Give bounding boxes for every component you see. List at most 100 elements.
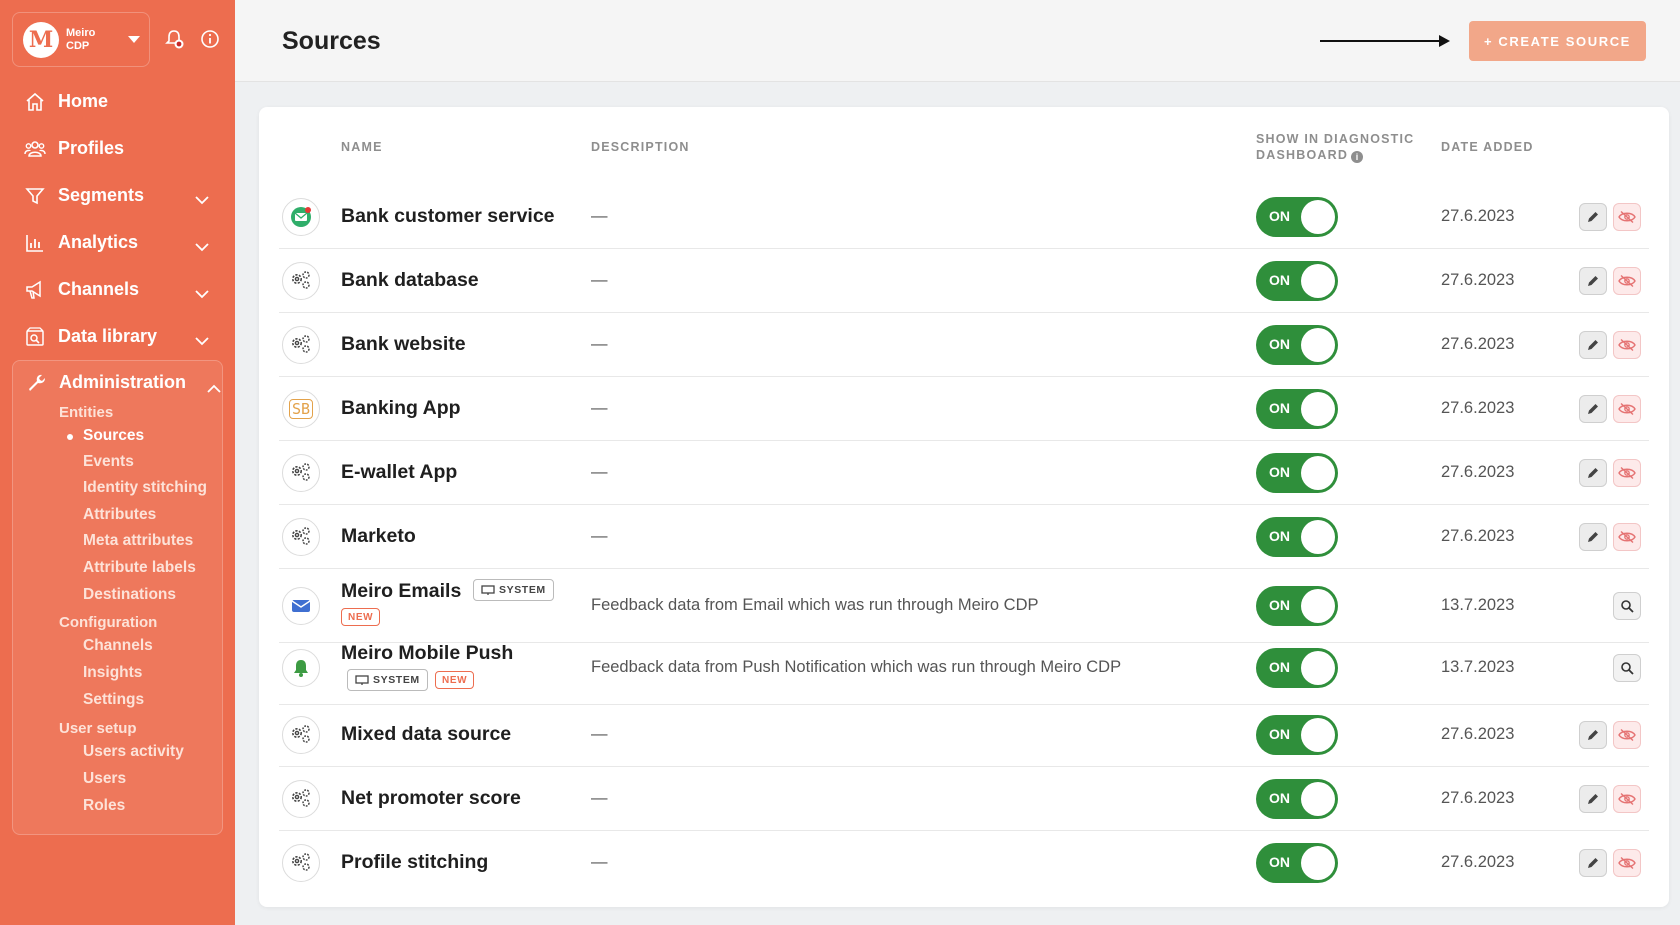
gears-icon bbox=[282, 262, 320, 300]
hide-source-button[interactable] bbox=[1613, 459, 1641, 487]
sidebar-subitem-users[interactable]: Users bbox=[83, 770, 126, 788]
source-name[interactable]: Bank database bbox=[341, 269, 479, 292]
hide-source-button[interactable] bbox=[1613, 523, 1641, 551]
page-header: Sources + CREATE SOURCE bbox=[235, 0, 1680, 82]
diagnostic-toggle[interactable]: ON bbox=[1256, 453, 1338, 493]
sidebar-subitem-users-activity[interactable]: Users activity bbox=[83, 743, 184, 761]
gears-icon bbox=[282, 780, 320, 818]
source-name[interactable]: Banking App bbox=[341, 397, 461, 420]
table-row[interactable]: SB Banking App — ON 27.6.2023 bbox=[279, 377, 1649, 441]
source-name[interactable]: E-wallet App bbox=[341, 461, 457, 484]
source-name[interactable]: Bank website bbox=[341, 333, 466, 356]
table-row[interactable]: Profile stitching — ON 27.6.2023 bbox=[279, 831, 1649, 895]
view-source-button[interactable] bbox=[1613, 592, 1641, 620]
hide-source-button[interactable] bbox=[1613, 203, 1641, 231]
hide-source-button[interactable] bbox=[1613, 849, 1641, 877]
pencil-icon bbox=[1586, 274, 1600, 288]
bell-icon bbox=[282, 649, 320, 687]
eye-off-icon bbox=[1618, 792, 1636, 806]
source-name[interactable]: Profile stitching bbox=[341, 851, 488, 874]
toggle-knob bbox=[1301, 392, 1335, 426]
source-name[interactable]: Meiro Emails bbox=[341, 580, 461, 603]
edit-source-button[interactable] bbox=[1579, 395, 1607, 423]
brand-switcher[interactable]: M Meiro CDP bbox=[12, 12, 150, 67]
source-name[interactable]: Mixed data source bbox=[341, 723, 511, 746]
sidebar-subitem-meta-attributes[interactable]: Meta attributes bbox=[83, 532, 193, 550]
source-name[interactable]: Net promoter score bbox=[341, 787, 521, 810]
edit-source-button[interactable] bbox=[1579, 267, 1607, 295]
table-row[interactable]: Meiro Mobile Push SYSTEM NEW Feedback data … bbox=[279, 631, 1649, 705]
caret-down-icon bbox=[128, 36, 140, 43]
edit-source-button[interactable] bbox=[1579, 459, 1607, 487]
diagnostic-toggle[interactable]: ON bbox=[1256, 648, 1338, 688]
column-header-name[interactable]: NAME bbox=[341, 139, 383, 155]
create-source-button[interactable]: + CREATE SOURCE bbox=[1469, 21, 1646, 61]
table-row[interactable]: E-wallet App — ON 27.6.2023 bbox=[279, 441, 1649, 505]
sidebar-item-home[interactable]: Home bbox=[0, 78, 235, 125]
sources-table: NAME DESCRIPTION SHOW IN DIAGNOSTIC DASH… bbox=[259, 107, 1669, 907]
date-added: 27.6.2023 bbox=[1441, 527, 1515, 545]
hide-source-button[interactable] bbox=[1613, 395, 1641, 423]
sidebar-subitem-sources[interactable]: Sources bbox=[66, 427, 144, 445]
diagnostic-toggle[interactable]: ON bbox=[1256, 517, 1338, 557]
source-name[interactable]: Marketo bbox=[341, 525, 416, 548]
view-source-button[interactable] bbox=[1613, 654, 1641, 682]
sidebar-subitem-roles[interactable]: Roles bbox=[83, 797, 125, 815]
column-header-date-added[interactable]: DATE ADDED bbox=[1441, 139, 1534, 155]
sidebar-subitem-settings[interactable]: Settings bbox=[83, 691, 144, 709]
table-row[interactable]: Bank website — ON 27.6.2023 bbox=[279, 313, 1649, 377]
table-row[interactable]: Marketo — ON 27.6.2023 bbox=[279, 505, 1649, 569]
sidebar-item-segments[interactable]: Segments bbox=[0, 172, 235, 219]
eye-off-icon bbox=[1618, 530, 1636, 544]
sidebar-subitem-insights[interactable]: Insights bbox=[83, 664, 142, 682]
sidebar-item-data-library[interactable]: Data library bbox=[0, 313, 235, 360]
edit-source-button[interactable] bbox=[1579, 203, 1607, 231]
sidebar-item-channels[interactable]: Channels bbox=[0, 266, 235, 313]
source-description: — bbox=[591, 399, 608, 417]
hide-source-button[interactable] bbox=[1613, 721, 1641, 749]
info-icon[interactable] bbox=[199, 28, 221, 50]
diagnostic-toggle[interactable]: ON bbox=[1256, 843, 1338, 883]
diagnostic-toggle[interactable]: ON bbox=[1256, 586, 1338, 626]
edit-source-button[interactable] bbox=[1579, 721, 1607, 749]
diagnostic-toggle[interactable]: ON bbox=[1256, 389, 1338, 429]
notification-bell-icon[interactable] bbox=[163, 28, 185, 50]
diagnostic-toggle[interactable]: ON bbox=[1256, 197, 1338, 237]
pencil-icon bbox=[1586, 856, 1600, 870]
table-row[interactable]: Net promoter score — ON 27.6.2023 bbox=[279, 767, 1649, 831]
sidebar-subitem-attributes[interactable]: Attributes bbox=[83, 506, 156, 524]
diagnostic-toggle[interactable]: ON bbox=[1256, 325, 1338, 365]
edit-source-button[interactable] bbox=[1579, 849, 1607, 877]
monitor-icon bbox=[481, 584, 495, 595]
sidebar-subitem-attribute-labels[interactable]: Attribute labels bbox=[83, 559, 196, 577]
hide-source-button[interactable] bbox=[1613, 331, 1641, 359]
diagnostic-toggle[interactable]: ON bbox=[1256, 779, 1338, 819]
sidebar-subitem-destinations[interactable]: Destinations bbox=[83, 586, 176, 604]
date-added: 13.7.2023 bbox=[1441, 658, 1515, 676]
table-row[interactable]: Bank customer service — ON 27.6.2023 bbox=[279, 185, 1649, 249]
info-icon[interactable]: i bbox=[1351, 151, 1364, 163]
admin-group-user-setup: User setup bbox=[59, 720, 137, 737]
edit-source-button[interactable] bbox=[1579, 523, 1607, 551]
edit-source-button[interactable] bbox=[1579, 331, 1607, 359]
sidebar-subitem-events[interactable]: Events bbox=[83, 453, 134, 471]
table-row[interactable]: Bank database — ON 27.6.2023 bbox=[279, 249, 1649, 313]
system-badge: SYSTEM bbox=[473, 579, 554, 601]
source-name[interactable]: Bank customer service bbox=[341, 205, 555, 228]
chevron-down-icon bbox=[195, 283, 209, 304]
hide-source-button[interactable] bbox=[1613, 267, 1641, 295]
sidebar-subitem-channels[interactable]: Channels bbox=[83, 637, 153, 655]
sidebar-item-profiles[interactable]: Profiles bbox=[0, 125, 235, 172]
sidebar-item-administration[interactable]: Administration bbox=[25, 371, 221, 393]
diagnostic-toggle[interactable]: ON bbox=[1256, 261, 1338, 301]
sidebar-subitem-identity-stitching[interactable]: Identity stitching bbox=[83, 479, 207, 497]
source-name[interactable]: Meiro Mobile Push bbox=[341, 642, 513, 665]
sidebar-item-analytics[interactable]: Analytics bbox=[0, 219, 235, 266]
brand-name: Meiro CDP bbox=[66, 26, 96, 52]
edit-source-button[interactable] bbox=[1579, 785, 1607, 813]
new-badge: NEW bbox=[435, 671, 475, 689]
diagnostic-toggle[interactable]: ON bbox=[1256, 715, 1338, 755]
sb-logo-icon: SB bbox=[282, 390, 320, 428]
table-row[interactable]: Mixed data source — ON 27.6.2023 bbox=[279, 703, 1649, 767]
hide-source-button[interactable] bbox=[1613, 785, 1641, 813]
